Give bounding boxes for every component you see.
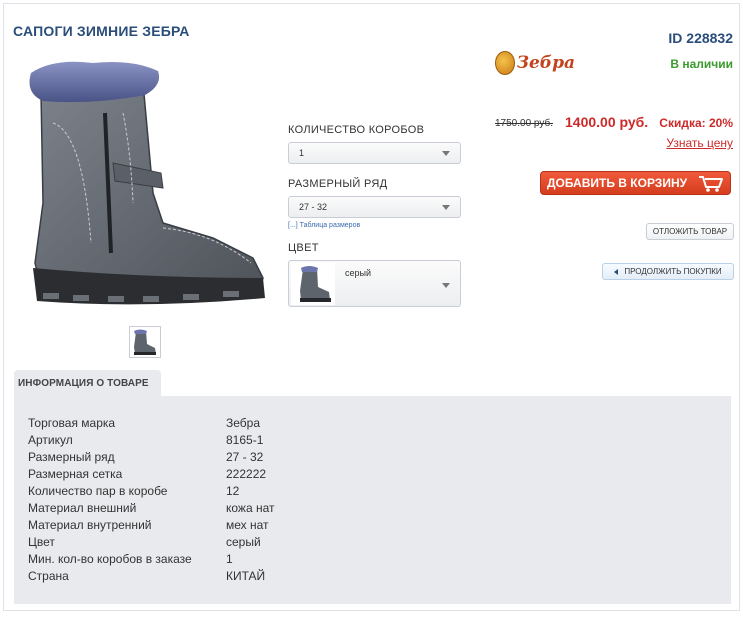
spec-key: Страна [28,569,69,583]
stock-status: В наличии [670,57,733,71]
spec-key: Торговая марка [28,416,116,430]
spec-key: Мин. кол-во коробов в заказе [28,552,192,566]
spec-value: 27 - 32 [226,450,264,464]
continue-shopping-label: ПРОДОЛЖИТЬ ПОКУПКИ [624,267,722,276]
spec-value: КИТАЙ [226,569,266,583]
defer-item-button[interactable]: ОТЛОЖИТЬ ТОВАР [646,223,734,240]
spec-value: 12 [226,484,240,498]
brand-wordmark: Зебра [516,53,575,73]
old-price: 1750.00 руб. [495,118,553,129]
spec-key: Цвет [28,535,55,549]
swatch-boot-icon [300,266,331,302]
defer-item-label: ОТЛОЖИТЬ ТОВАР [652,227,728,236]
chevron-down-icon [442,283,450,288]
color-value: серый [345,268,372,278]
thumbnail-boot-icon [134,329,156,355]
spec-value: 8165-1 [226,433,264,447]
cart-icon [699,176,723,192]
chevron-down-icon [442,151,450,156]
add-to-cart-button[interactable]: ДОБАВИТЬ В КОРЗИНУ [540,171,731,195]
spec-value: Зебра [226,416,261,430]
add-to-cart-label: ДОБАВИТЬ В КОРЗИНУ [547,176,688,190]
tab-product-info[interactable]: ИНФОРМАЦИЯ О ТОВАРЕ [14,370,161,397]
discount-label: Скидка: 20% [659,116,733,130]
product-photo[interactable] [13,53,273,313]
size-table-link[interactable]: [...] Таблица размеров [288,222,360,229]
product-thumbnail[interactable] [129,326,161,358]
chevron-down-icon [442,205,450,210]
spec-key: Количество пар в коробе [28,484,168,498]
boxes-label: КОЛИЧЕСТВО КОРОБОВ [288,124,425,136]
spec-key: Размерная сетка [28,467,123,481]
size-select[interactable]: 27 - 32 [288,196,461,218]
arrow-left-icon [614,268,619,275]
continue-shopping-button[interactable]: ПРОДОЛЖИТЬ ПОКУПКИ [602,263,734,280]
brand-logo[interactable]: Зебра [495,48,575,78]
product-id: ID 228832 [668,30,733,46]
product-info-panel [14,396,731,604]
boxes-value: 1 [299,148,305,158]
color-select[interactable]: серый [288,260,461,307]
product-title: САПОГИ ЗИМНИЕ ЗЕБРА [13,23,190,39]
spec-value: серый [226,535,261,549]
brand-seal-icon [495,51,515,75]
boxes-select[interactable]: 1 [288,142,461,164]
spec-key: Размерный ряд [28,450,115,464]
spec-value: 1 [226,552,233,566]
size-value: 27 - 32 [299,202,328,212]
spec-value: мех нат [226,518,269,532]
ask-price-link[interactable]: Узнать цену [666,136,733,150]
spec-key: Материал внешний [28,501,137,515]
new-price: 1400.00 руб. [565,114,649,130]
size-label: РАЗМЕРНЫЙ РЯД [288,178,388,190]
spec-key: Материал внутренний [28,518,152,532]
color-label: ЦВЕТ [288,242,319,254]
spec-value: 222222 [226,467,267,481]
color-swatch [291,263,335,305]
spec-value: кожа нат [226,501,275,515]
spec-key: Артикул [28,433,73,447]
